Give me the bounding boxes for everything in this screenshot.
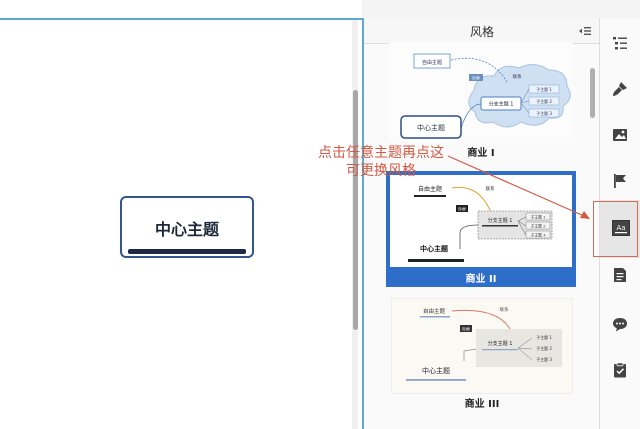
theme-name-business-2: 商业 II bbox=[465, 274, 497, 285]
t3-sub-2: 子主题 2 bbox=[536, 345, 552, 351]
t2-sub-1: 子主题 1 bbox=[530, 215, 546, 220]
annotation-line-1: 点击任意主题再点这 bbox=[318, 145, 444, 161]
t1-sub-3: 子主题 3 bbox=[536, 110, 552, 116]
canvas-scrollbar-thumb[interactable] bbox=[353, 90, 358, 330]
t1-central: 中心主题 bbox=[417, 123, 445, 132]
t2-link: 联系 bbox=[486, 185, 495, 192]
t3-link: 联系 bbox=[500, 306, 509, 313]
notes-icon[interactable] bbox=[600, 254, 640, 298]
annotation-line-2: 可更换风格 bbox=[346, 163, 416, 179]
t3-sub-3: 子主题 3 bbox=[536, 356, 552, 362]
format-tool-highlight-box bbox=[593, 201, 638, 257]
t3-free-topic: 自由主题 bbox=[423, 307, 446, 315]
t1-sub-2: 子主题 2 bbox=[536, 98, 552, 104]
t3-branch: 分支主题 1 bbox=[488, 340, 513, 347]
t2-sub-3: 子主题 3 bbox=[530, 233, 546, 238]
image-icon[interactable] bbox=[600, 114, 640, 158]
t3-central: 中心主题 bbox=[422, 366, 450, 375]
central-topic-underline bbox=[128, 249, 246, 254]
t1-free-topic: 自由主题 bbox=[422, 59, 442, 66]
theme-name-business-3: 商业 III bbox=[464, 399, 500, 410]
t2-central: 中心主题 bbox=[420, 244, 449, 253]
t1-sub-1: 子主题 1 bbox=[536, 86, 552, 92]
t2-branch: 分支主题 1 bbox=[488, 217, 513, 224]
central-topic-label: 中心主题 bbox=[154, 220, 219, 239]
brush-icon[interactable] bbox=[600, 68, 640, 112]
t1-link: 联系 bbox=[513, 73, 522, 80]
t2-free-topic: 自由主题 bbox=[418, 185, 442, 193]
task-icon[interactable] bbox=[600, 349, 640, 393]
comment-icon[interactable] bbox=[600, 303, 640, 347]
outline-icon[interactable] bbox=[600, 22, 640, 66]
t3-tag: 外框 bbox=[462, 326, 470, 332]
annotation-text: 点击任意主题再点这 可更换风格 bbox=[306, 144, 456, 180]
t2-tag: 外框 bbox=[458, 206, 466, 212]
t1-tag: 外框 bbox=[472, 75, 480, 81]
central-topic[interactable]: 中心主题 bbox=[120, 196, 254, 258]
canvas-top-border bbox=[0, 18, 362, 20]
t3-sub-1: 子主题 1 bbox=[536, 334, 552, 340]
panel-title: 风格 bbox=[469, 25, 494, 39]
t2-sub-2: 子主题 2 bbox=[530, 224, 546, 229]
panel-header: 风格 bbox=[364, 18, 599, 44]
flag-icon[interactable] bbox=[600, 160, 640, 204]
list-collapse-icon[interactable] bbox=[578, 24, 592, 38]
theme-card-business-1[interactable]: 自由主题 外框 联系 分支主题 1 子主题 1 子主题 2 子主题 3 中心主题 bbox=[389, 42, 573, 142]
t1-branch: 分支主题 1 bbox=[489, 101, 514, 108]
panel-scrollbar-thumb[interactable] bbox=[590, 68, 595, 118]
style-panel: 风格 自由主题 外框 联系 分支主题 1 子主题 1 子主题 2 子主题 3 中… bbox=[364, 18, 600, 429]
theme-card-business-3[interactable]: 自由主题 联系 外框 分支主题 1 子主题 1 子主题 2 子主题 3 中心主题 bbox=[391, 298, 573, 394]
